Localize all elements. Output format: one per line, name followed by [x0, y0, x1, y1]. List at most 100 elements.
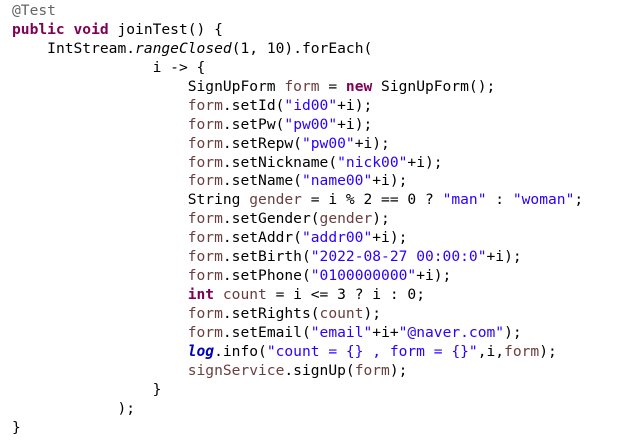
code-text: ); [504, 323, 522, 341]
variable-token: form [187, 267, 223, 285]
variable-token: count [222, 286, 267, 304]
code-text: SignUpForm [187, 77, 285, 95]
code-text: .signUp( [284, 361, 355, 379]
method-call: rangeClosed [135, 39, 232, 57]
code-text: ); [372, 210, 390, 228]
code-text: String [187, 191, 250, 209]
code-text: ,i, [477, 342, 505, 360]
string-literal: "name00" [301, 172, 373, 190]
variable-token: form [187, 323, 223, 341]
variable-token: form [187, 115, 223, 133]
variable-token: form [504, 342, 540, 360]
code-text: ); [389, 361, 408, 379]
string-literal: "pw00" [301, 134, 355, 152]
code-text: .setName( [222, 172, 302, 190]
variable-token: form [187, 134, 223, 152]
variable-token: gender [249, 191, 302, 209]
code-text: joinTest() { [108, 20, 223, 38]
code-line: form.setNickname("nick00"+i); [12, 154, 583, 173]
string-literal: "nick00" [337, 153, 408, 171]
variable-token: form [187, 248, 223, 266]
variable-token: form [284, 77, 320, 95]
static-field-token: log [187, 342, 215, 360]
code-line: i -> { [12, 59, 583, 78]
code-line: form.setGender(gender); [12, 210, 583, 229]
code-text: +i); [372, 172, 408, 190]
code-line: form.setId("id00"+i); [12, 97, 583, 116]
code-text: ); [117, 399, 136, 417]
string-literal: "email" [310, 323, 373, 341]
code-text: +i); [486, 248, 522, 266]
code-text: ); [539, 342, 557, 360]
variable-token: form [187, 96, 223, 114]
string-literal: "@naver.com" [398, 323, 505, 341]
code-text: .setRepw( [222, 134, 302, 152]
code-text: = i % 2 == 0 ? [301, 191, 443, 209]
code-text: .setPhone( [222, 267, 311, 285]
keyword-token: new [345, 77, 373, 95]
string-literal: "pw00" [284, 115, 338, 133]
code-line: form.setPhone("0100000000"+i); [12, 267, 583, 286]
code-text: .setPw( [222, 115, 285, 133]
code-line: form.setPw("pw00"+i); [12, 116, 583, 135]
code-line: } [12, 381, 583, 400]
string-literal: "id00" [284, 96, 338, 114]
code-text: +i); [372, 229, 408, 247]
variable-token: form [187, 153, 223, 171]
code-text: .setAddr( [222, 229, 302, 247]
code-line: IntStream.rangeClosed(1, 10).forEach( [12, 40, 583, 59]
code-line: form.setEmail("email"+i+"@naver.com"); [12, 324, 583, 343]
code-text: = [319, 77, 346, 95]
code-line: log.info("count = {} , form = {}",i,form… [12, 343, 583, 362]
code-text: } [152, 380, 162, 398]
string-literal: "woman" [512, 191, 575, 209]
code-text: .setId( [222, 96, 285, 114]
string-literal: "0100000000" [310, 267, 417, 285]
code-line: form.setRepw("pw00"+i); [12, 135, 583, 154]
variable-token: count [319, 305, 364, 322]
code-line: form.setAddr("addr00"+i); [12, 229, 583, 248]
code-line: int count = i <= 3 ? i : 0; [12, 286, 583, 305]
code-editor[interactable]: @Test public void joinTest() { IntStream.… [0, 0, 644, 442]
code-line: } [12, 419, 583, 438]
code-text: +i); [416, 267, 452, 285]
code-text: +i); [337, 115, 373, 133]
code-line: public void joinTest() { [12, 21, 583, 40]
code-line: ); [12, 400, 583, 419]
code-text: (1, 10).forEach( [231, 39, 373, 57]
string-literal: "man" [442, 191, 487, 209]
code-text: ); [363, 305, 382, 322]
code-text: .setBirth( [222, 248, 311, 266]
code-line: @Test [12, 2, 583, 21]
code-text: .setEmail( [222, 323, 311, 341]
keyword-token: int [187, 286, 215, 304]
string-literal: "count = {} , form = {}" [266, 342, 478, 360]
code-block: @Test public void joinTest() { IntStream.… [12, 2, 583, 438]
keyword-token: public [12, 20, 65, 38]
code-text: IntStream. [47, 39, 136, 57]
code-text: = i <= 3 ? i : 0; [266, 286, 425, 304]
code-text: .info( [214, 342, 267, 360]
string-literal: "addr00" [301, 229, 373, 247]
variable-token: form [187, 229, 223, 247]
variable-token: signService [187, 361, 285, 379]
code-line: signService.signUp(form); [12, 362, 583, 381]
code-text: ; [574, 191, 584, 209]
